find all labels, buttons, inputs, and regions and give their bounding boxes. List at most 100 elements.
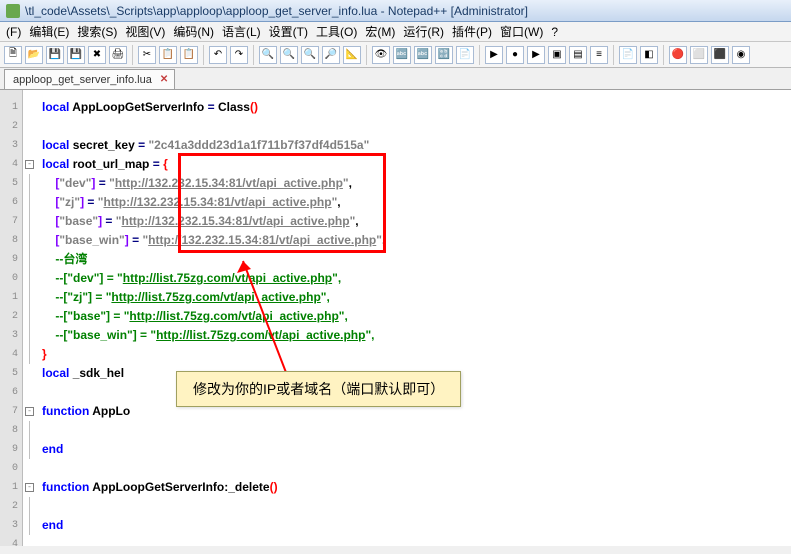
tool-undo-icon[interactable]: ↶ xyxy=(209,46,227,64)
toolbar-separator xyxy=(203,45,204,65)
line-num: 4 xyxy=(0,535,22,554)
line-num: 4 xyxy=(0,345,22,364)
annotation-callout: 修改为你的IP或者域名（端口默认即可） xyxy=(176,371,461,407)
tool-save-icon[interactable]: 💾 xyxy=(46,46,64,64)
tool-icon[interactable]: ▣ xyxy=(548,46,566,64)
tool-redo-icon[interactable]: ↷ xyxy=(230,46,248,64)
fold-line xyxy=(29,326,30,345)
tool-icon[interactable]: ◉ xyxy=(732,46,750,64)
menu-view[interactable]: 视图(V) xyxy=(121,23,169,40)
tool-icon[interactable]: 🔤 xyxy=(414,46,432,64)
title-bar: \tl_code\Assets\_Scripts\app\apploop\app… xyxy=(0,0,791,22)
fold-line xyxy=(29,440,30,459)
fold-minus-icon[interactable]: - xyxy=(25,160,34,169)
toolbar: 🗎 📂 💾 💾 ✖ 🖨 ✂ 📋 📋 ↶ ↷ 🔍 🔍 🔍 🔎 📐 👁 🔤 🔤 🔡 … xyxy=(0,42,791,68)
tool-copy-icon[interactable]: 📋 xyxy=(159,46,177,64)
line-num: 0 xyxy=(0,459,22,478)
tool-cut-icon[interactable]: ✂ xyxy=(138,46,156,64)
toolbar-separator xyxy=(253,45,254,65)
menu-file[interactable]: (F) xyxy=(2,25,25,39)
tool-close-icon[interactable]: ✖ xyxy=(88,46,106,64)
tool-view-icon[interactable]: 👁 xyxy=(372,46,390,64)
line-num: 5 xyxy=(0,174,22,193)
fold-line xyxy=(29,174,30,193)
tool-macro-run-icon[interactable]: ▶ xyxy=(527,46,545,64)
line-num: 2 xyxy=(0,117,22,136)
menu-settings[interactable]: 设置(T) xyxy=(265,23,312,40)
tool-icon[interactable]: 🔴 xyxy=(669,46,687,64)
line-num: 9 xyxy=(0,440,22,459)
line-num: 1 xyxy=(0,98,22,117)
line-num: 7 xyxy=(0,212,22,231)
code-area[interactable]: local AppLoopGetServerInfo = Class() loc… xyxy=(36,90,791,546)
menu-macro[interactable]: 宏(M) xyxy=(361,23,399,40)
menu-plugins[interactable]: 插件(P) xyxy=(448,23,496,40)
tool-search-icon[interactable]: 🔍 xyxy=(301,46,319,64)
fold-line xyxy=(29,288,30,307)
line-number-gutter: 1 2 3 4 5 6 7 8 9 0 1 2 3 4 5 6 7 8 9 0 … xyxy=(0,90,23,546)
tool-zoom-icon[interactable]: 🔎 xyxy=(322,46,340,64)
line-num: 6 xyxy=(0,383,22,402)
menu-encoding[interactable]: 编码(N) xyxy=(169,23,218,40)
menu-search[interactable]: 搜索(S) xyxy=(73,23,121,40)
fold-line xyxy=(29,516,30,535)
line-num: 8 xyxy=(0,421,22,440)
tool-icon[interactable]: 📄 xyxy=(619,46,637,64)
fold-line xyxy=(29,269,30,288)
line-num: 1 xyxy=(0,478,22,497)
tool-paste-icon[interactable]: 📋 xyxy=(180,46,198,64)
tool-icon[interactable]: 📐 xyxy=(343,46,361,64)
line-num: 0 xyxy=(0,269,22,288)
line-num: 1 xyxy=(0,288,22,307)
line-num: 6 xyxy=(0,193,22,212)
fold-minus-icon[interactable]: - xyxy=(25,407,34,416)
tool-icon[interactable]: ≡ xyxy=(590,46,608,64)
line-num: 3 xyxy=(0,136,22,155)
tool-icon[interactable]: ⬛ xyxy=(711,46,729,64)
line-num: 7 xyxy=(0,402,22,421)
tool-icon[interactable]: ⬜ xyxy=(690,46,708,64)
tool-icon[interactable]: 🔤 xyxy=(393,46,411,64)
toolbar-separator xyxy=(613,45,614,65)
line-num: 2 xyxy=(0,307,22,326)
fold-line xyxy=(29,345,30,364)
toolbar-separator xyxy=(366,45,367,65)
tool-new-icon[interactable]: 🗎 xyxy=(4,46,22,64)
tool-open-icon[interactable]: 📂 xyxy=(25,46,43,64)
tool-icon[interactable]: 📄 xyxy=(456,46,474,64)
fold-minus-icon[interactable]: - xyxy=(25,483,34,492)
editor-area[interactable]: 1 2 3 4 5 6 7 8 9 0 1 2 3 4 5 6 7 8 9 0 … xyxy=(0,90,791,546)
toolbar-separator xyxy=(479,45,480,65)
menu-window[interactable]: 窗口(W) xyxy=(496,23,547,40)
tool-icon[interactable]: ◧ xyxy=(640,46,658,64)
menu-language[interactable]: 语言(L) xyxy=(218,23,265,40)
file-tab-label: apploop_get_server_info.lua xyxy=(13,74,152,86)
tool-saveall-icon[interactable]: 💾 xyxy=(67,46,85,64)
fold-line xyxy=(29,307,30,326)
close-tab-icon[interactable]: ✕ xyxy=(160,74,168,85)
menu-run[interactable]: 运行(R) xyxy=(399,23,448,40)
toolbar-separator xyxy=(132,45,133,65)
tool-macro-play-icon[interactable]: ▶ xyxy=(485,46,503,64)
fold-column: - - - xyxy=(23,90,36,546)
tool-find-icon[interactable]: 🔍 xyxy=(259,46,277,64)
file-tab[interactable]: apploop_get_server_info.lua ✕ xyxy=(4,69,175,89)
line-num: 4 xyxy=(0,155,22,174)
line-num: 3 xyxy=(0,326,22,345)
tool-icon[interactable]: 🔡 xyxy=(435,46,453,64)
fold-line xyxy=(29,231,30,250)
app-icon xyxy=(6,4,20,18)
tool-replace-icon[interactable]: 🔍 xyxy=(280,46,298,64)
fold-line xyxy=(29,421,30,440)
tool-print-icon[interactable]: 🖨 xyxy=(109,46,127,64)
tool-macro-rec-icon[interactable]: ● xyxy=(506,46,524,64)
menu-tools[interactable]: 工具(O) xyxy=(312,23,361,40)
menu-help[interactable]: ? xyxy=(547,25,562,39)
menu-bar: (F) 编辑(E) 搜索(S) 视图(V) 编码(N) 语言(L) 设置(T) … xyxy=(0,22,791,42)
line-num: 2 xyxy=(0,497,22,516)
tool-icon[interactable]: ▤ xyxy=(569,46,587,64)
menu-edit[interactable]: 编辑(E) xyxy=(25,23,73,40)
fold-line xyxy=(29,497,30,516)
line-num: 3 xyxy=(0,516,22,535)
tab-strip: apploop_get_server_info.lua ✕ xyxy=(0,68,791,90)
